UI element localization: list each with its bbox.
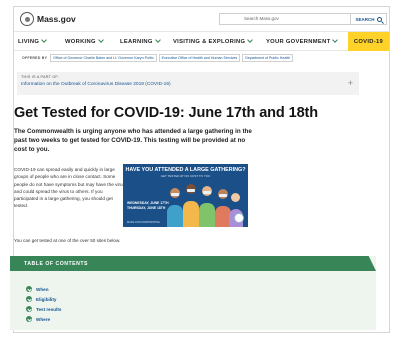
promo-date-2: THURSDAY, JUNE 18TH — [127, 205, 166, 210]
offered-by-bar: OFFERED BY Office of Governor Charlie Ba… — [14, 51, 389, 65]
toc-item-label: Where — [36, 316, 51, 322]
toc-item-test-results[interactable]: Test results — [26, 306, 61, 312]
nav-item-label: WORKING — [65, 38, 96, 45]
state-seal-icon — [20, 12, 34, 26]
chevron-circle-icon — [26, 306, 32, 312]
face-mask-icon — [171, 193, 179, 196]
promo-dates: WEDNESDAY, JUNE 17TH THURSDAY, JUNE 18TH — [127, 201, 169, 210]
chevron-circle-icon — [26, 286, 32, 292]
offered-by-label: OFFERED BY — [22, 56, 48, 60]
person-figure — [167, 205, 183, 227]
nav-item-working[interactable]: WORKING — [65, 32, 104, 51]
part-of-link[interactable]: Information on the Outbreak of Coronavir… — [21, 82, 355, 87]
part-of-label: THIS IS A PART OF: — [21, 75, 60, 79]
expand-plus-icon[interactable]: + — [348, 78, 353, 88]
offered-by-link-governor[interactable]: Office of Governor Charlie Baker and Lt.… — [50, 54, 157, 62]
chevron-down-icon — [332, 37, 339, 43]
nav-item-your-government[interactable]: YOUR GOVERNMENT — [266, 32, 339, 51]
search-input[interactable]: Search Mass.gov — [219, 13, 351, 25]
test-sites-text: You can get tested at one of the over 50… — [14, 238, 121, 243]
chevron-circle-icon — [26, 296, 32, 302]
nav-item-learning[interactable]: LEARNING — [120, 32, 161, 51]
nav-item-covid-19[interactable]: COVID-19 — [347, 32, 389, 51]
search-button[interactable]: SEARCH — [351, 13, 387, 25]
logo-text: Mass.gov — [37, 14, 76, 24]
promo-date-1: WEDNESDAY, JUNE 17TH — [127, 201, 169, 205]
promo-footer: MASS.GOV/COVIDTESTING — [127, 221, 160, 224]
promo-image: HAVE YOU ATTENDED A LARGE GATHERING? GET… — [123, 164, 248, 227]
part-of-box: THIS IS A PART OF: Information on the Ou… — [17, 72, 359, 95]
table-of-contents: TABLE OF CONTENTS When Eligibility Test … — [10, 256, 376, 330]
person-head — [231, 193, 240, 202]
chevron-down-icon — [154, 37, 161, 43]
nav-item-living[interactable]: LIVING — [18, 32, 47, 51]
face-mask-icon — [203, 191, 211, 194]
site-logo[interactable]: Mass.gov — [20, 12, 76, 26]
nav-item-label: VISITING & EXPLORING — [173, 38, 246, 45]
search-icon — [376, 16, 382, 22]
toc-item-label: Eligibility — [36, 296, 57, 302]
nav-item-label: LEARNING — [120, 38, 153, 45]
chevron-down-icon — [97, 37, 104, 43]
nav-item-label: LIVING — [18, 38, 40, 45]
toc-item-where[interactable]: Where — [26, 316, 50, 322]
chevron-circle-icon — [26, 316, 32, 322]
toc-item-when[interactable]: When — [26, 286, 49, 292]
promo-subtitle: GET TESTED AT NO COST TO YOU — [160, 174, 211, 178]
offered-by-link-eohhs[interactable]: Executive Office of Health and Human Ser… — [158, 54, 241, 62]
chevron-down-icon — [247, 37, 254, 43]
page-title: Get Tested for COVID-19: June 17th and 1… — [14, 105, 319, 121]
body-paragraph: COVID-19 can spread easily and quickly i… — [14, 167, 125, 209]
nav-item-visiting-exploring[interactable]: VISITING & EXPLORING — [173, 32, 254, 51]
state-seal-icon — [234, 213, 244, 223]
main-nav: LIVING WORKING LEARNING VISITING & EXPLO… — [14, 31, 389, 51]
chevron-down-icon — [41, 37, 47, 43]
toc-title: TABLE OF CONTENTS — [24, 261, 89, 267]
search-button-label: SEARCH — [355, 16, 375, 22]
face-mask-icon — [219, 194, 227, 197]
lead-paragraph: The Commonwealth is urging anyone who ha… — [14, 128, 252, 153]
toc-item-label: Test results — [36, 306, 62, 312]
nav-item-label: YOUR GOVERNMENT — [266, 38, 331, 45]
toc-item-label: When — [36, 286, 49, 292]
person-figure — [199, 203, 215, 227]
face-mask-icon — [187, 189, 195, 192]
toc-item-eligibility[interactable]: Eligibility — [26, 296, 56, 302]
promo-title: HAVE YOU ATTENDED A LARGE GATHERING? — [125, 167, 246, 173]
offered-by-link-dph[interactable]: Department of Public Health — [242, 54, 294, 62]
site-header: Mass.gov Search Mass.gov SEARCH — [14, 7, 389, 31]
person-figure — [183, 201, 199, 227]
